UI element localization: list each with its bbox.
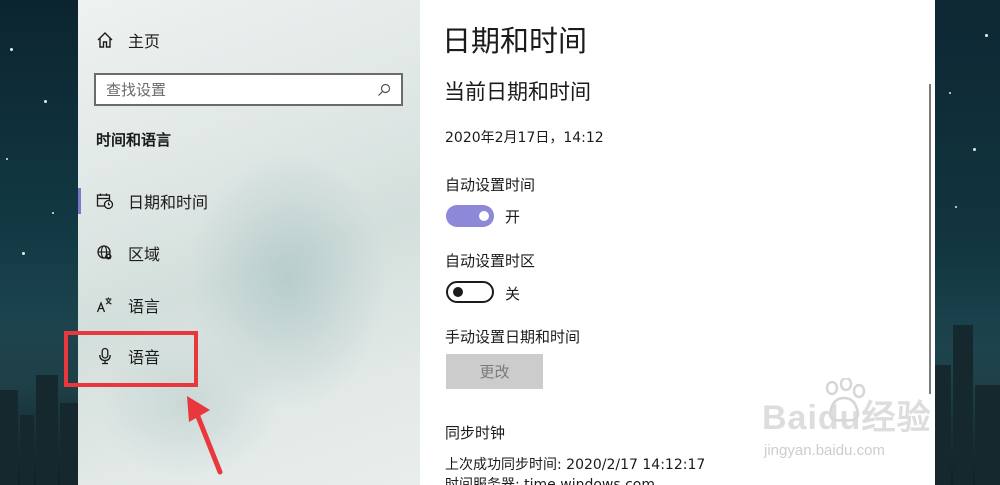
sidebar-item-region[interactable]: 区域: [96, 240, 160, 266]
auto-zone-state: 关: [505, 285, 521, 303]
sync-clock-heading: 同步时钟: [445, 424, 506, 442]
selection-indicator: [78, 188, 81, 214]
sidebar-item-label: 区域: [128, 245, 161, 264]
sidebar-item-date-time[interactable]: 日期和时间: [96, 188, 208, 214]
auto-time-label: 自动设置时间: [445, 176, 536, 194]
current-datetime-heading: 当前日期和时间: [444, 80, 591, 104]
time-server-text: 时间服务器: time.windows.com: [445, 477, 656, 485]
section-title: 时间和语言: [96, 131, 172, 149]
search-input[interactable]: 查找设置: [94, 73, 403, 106]
watermark: Baidu经验 jingyan.baidu.com: [762, 378, 952, 470]
auto-zone-label: 自动设置时区: [445, 252, 536, 270]
sidebar-item-language[interactable]: 语言: [96, 292, 160, 318]
change-button[interactable]: 更改: [446, 354, 543, 389]
language-icon: [96, 296, 114, 314]
search-icon[interactable]: [377, 83, 391, 97]
annotation-highlight-box: [64, 331, 198, 387]
scrollbar[interactable]: [929, 84, 931, 394]
annotation-arrow: [187, 396, 223, 475]
nav-home-label: 主页: [128, 32, 161, 51]
sidebar-item-label: 日期和时间: [128, 193, 209, 212]
auto-time-state: 开: [505, 208, 521, 226]
desktop-background-left: [0, 0, 78, 485]
nav-home[interactable]: 主页: [96, 28, 160, 52]
search-placeholder: 查找设置: [106, 81, 167, 99]
settings-nav: 主页 查找设置 时间和语言 日期和时间 区域 语言 语音: [78, 0, 420, 485]
watermark-brand: Baidu经验: [762, 399, 932, 437]
last-sync-text: 上次成功同步时间: 2020/2/17 14:12:17: [445, 457, 706, 473]
manual-datetime-label: 手动设置日期和时间: [445, 328, 581, 346]
globe-icon: [96, 244, 114, 262]
auto-time-toggle[interactable]: [446, 205, 494, 227]
current-datetime-value: 2020年2月17日，14:12: [445, 130, 604, 146]
calendar-clock-icon: [96, 192, 114, 210]
page-title: 日期和时间: [442, 24, 588, 58]
home-icon: [96, 31, 114, 49]
watermark-url: jingyan.baidu.com: [764, 442, 885, 459]
auto-zone-toggle[interactable]: [446, 281, 494, 303]
sidebar-item-label: 语言: [128, 297, 161, 316]
